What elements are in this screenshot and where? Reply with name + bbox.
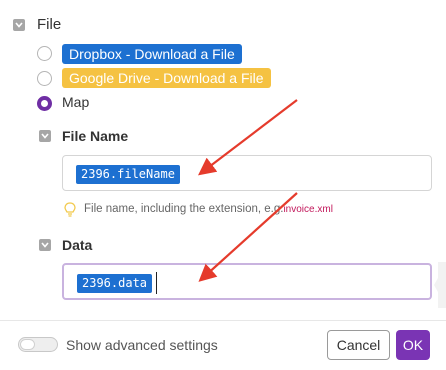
radio-map[interactable] [37,96,52,111]
footer-divider [0,320,446,321]
file-name-hint-text: File name, including the extension, e.g. [84,203,284,215]
option-label-google-drive[interactable]: Google Drive - Download a File [62,68,271,88]
toggle-knob [20,339,35,350]
radio-google-drive[interactable] [37,71,52,86]
file-name-input[interactable]: 2396.fileName [62,155,432,191]
section-collapse-icon[interactable] [13,19,25,31]
side-handle-icon[interactable] [432,262,446,308]
lightbulb-icon [64,202,76,217]
advanced-settings-toggle[interactable] [18,337,58,352]
file-name-token[interactable]: 2396.fileName [76,165,180,184]
data-label: Data [62,237,93,253]
option-label-map[interactable]: Map [62,94,89,110]
radio-dropbox[interactable] [37,46,52,61]
data-token[interactable]: 2396.data [77,274,153,293]
file-name-hint-example: invoice.xml [283,204,333,215]
section-title: File [37,16,62,33]
data-input[interactable]: 2396.data [62,263,432,300]
file-name-hint: File name, including the extension, e.g.… [84,203,333,215]
ok-button[interactable]: OK [396,330,430,360]
file-name-label: File Name [62,128,129,144]
option-label-dropbox[interactable]: Dropbox - Download a File [62,44,242,64]
advanced-settings-label[interactable]: Show advanced settings [66,337,218,353]
file-name-collapse-icon[interactable] [39,130,51,142]
cancel-button[interactable]: Cancel [327,330,390,360]
text-caret [156,272,157,294]
data-collapse-icon[interactable] [39,239,51,251]
